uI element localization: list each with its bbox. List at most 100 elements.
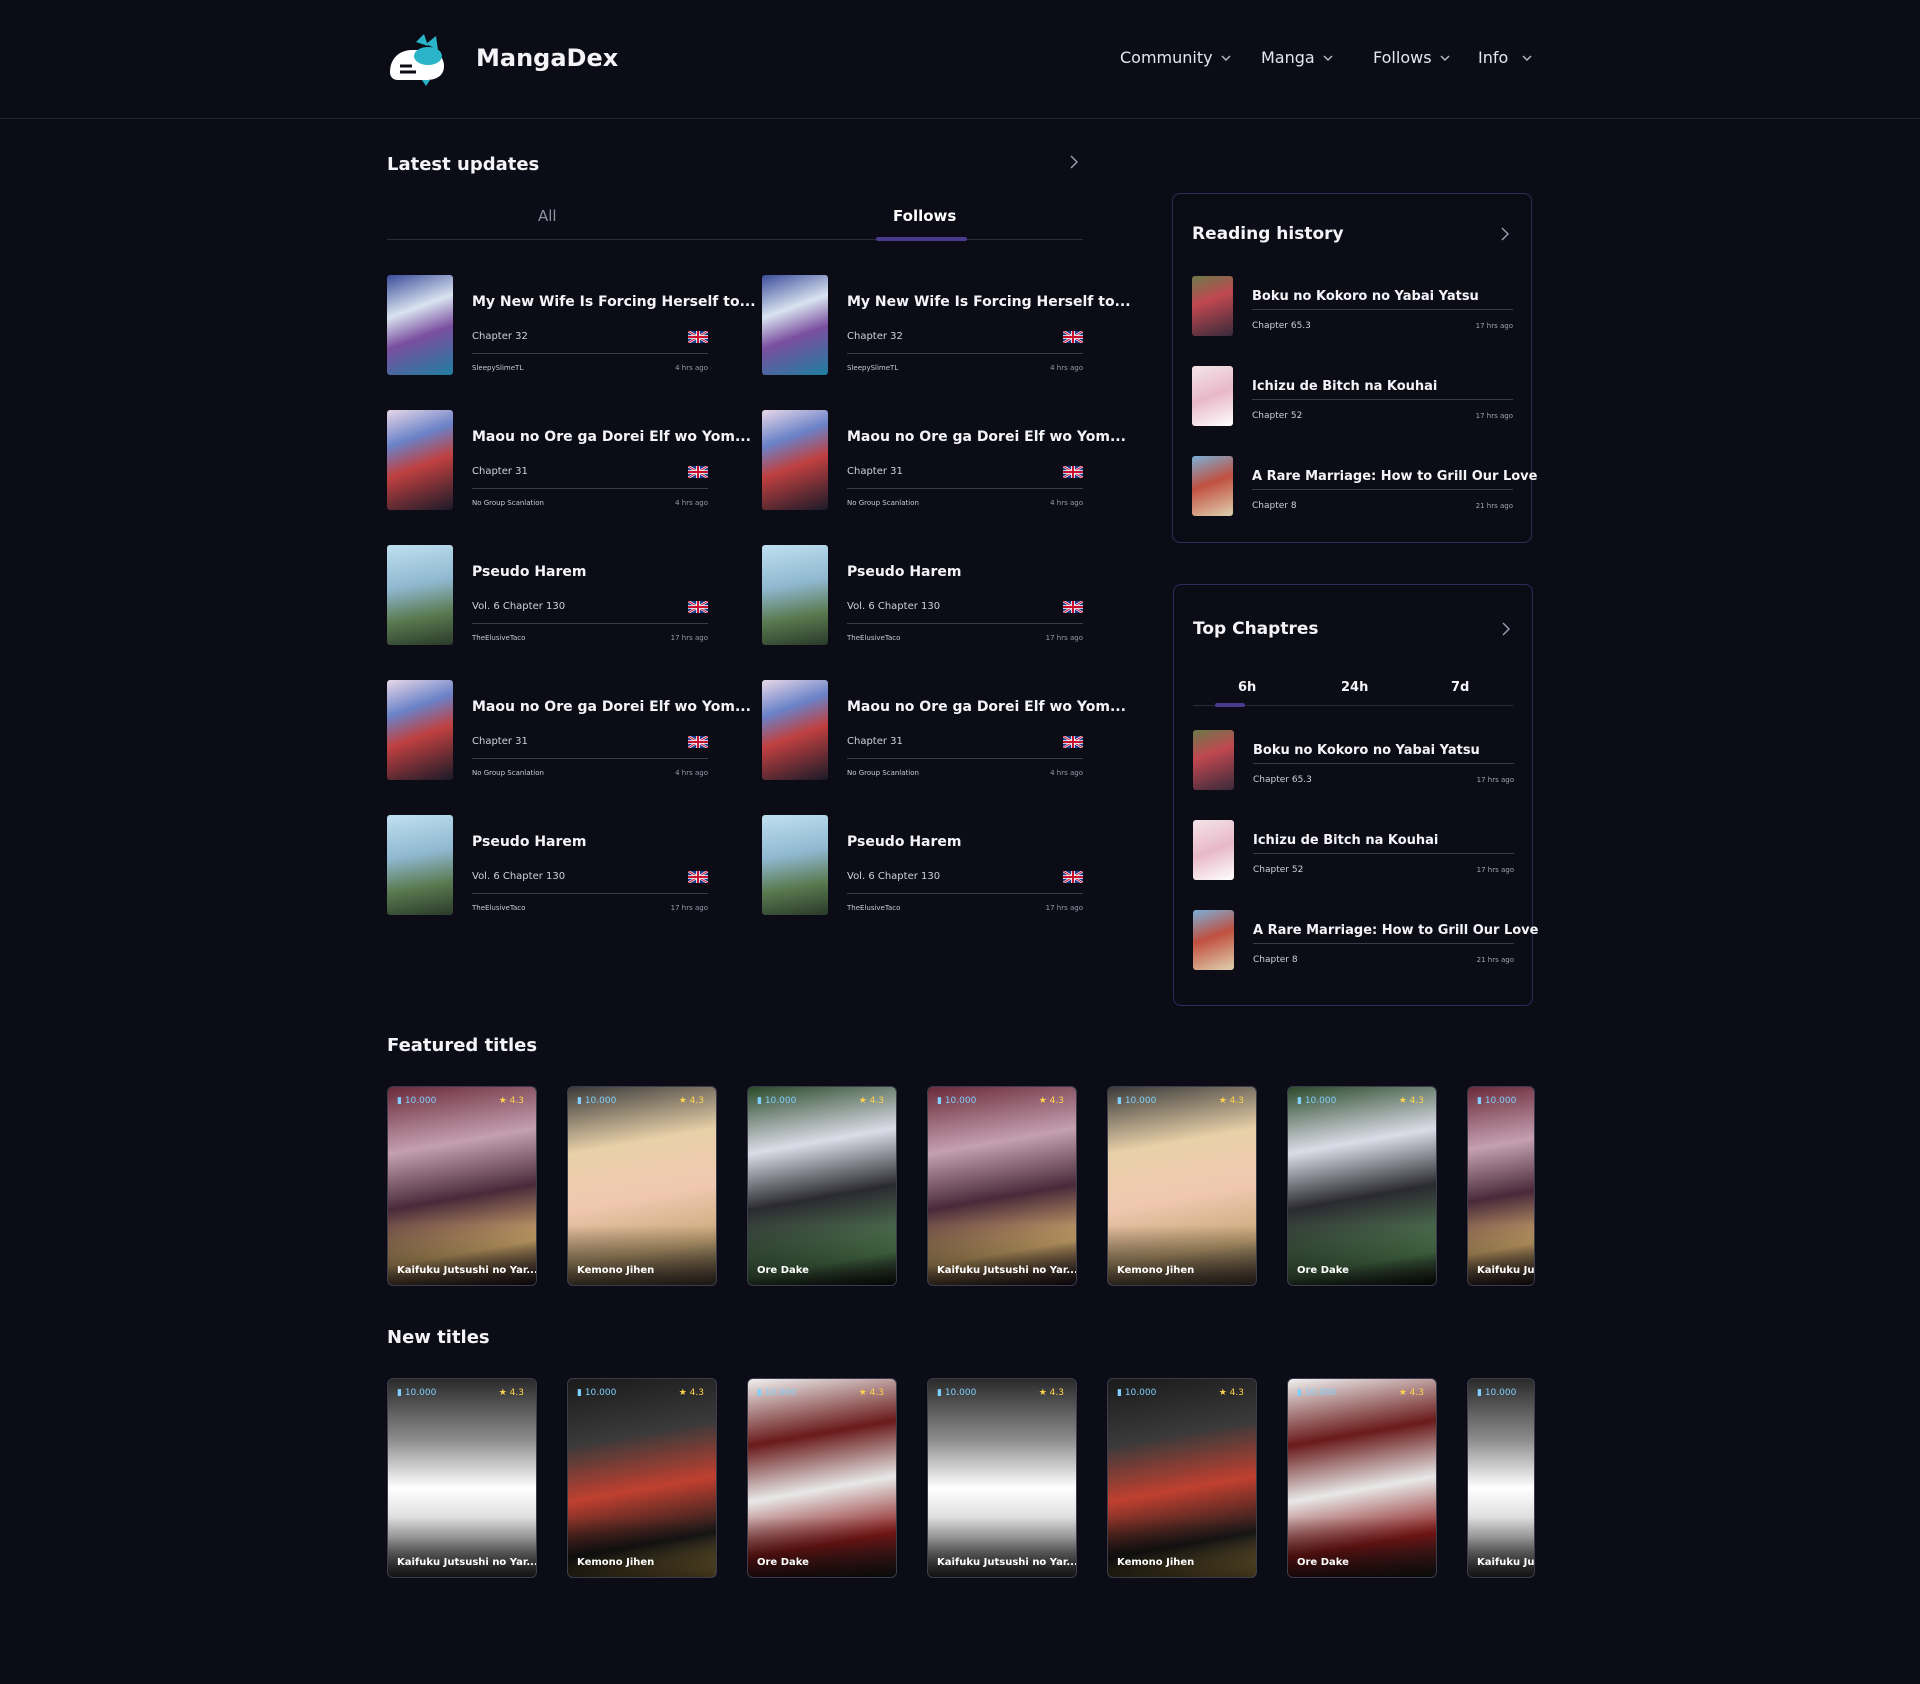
title-card[interactable]: ▮ 10.000 ★ 4.3 Kaifuku Jutsushi no Yar... (387, 1086, 537, 1286)
cover-thumbnail[interactable] (762, 410, 828, 510)
title-card[interactable]: ▮ 10.000 ★ 4.3 Ore Dake (1287, 1086, 1437, 1286)
chapter-manga-title[interactable]: Boku no Kokoro no Yabai Yatsu (1253, 743, 1480, 758)
update-chapter[interactable]: Vol. 6 Chapter 130 (472, 601, 565, 612)
update-chapter[interactable]: Chapter 31 (847, 466, 903, 477)
update-title[interactable]: Pseudo Harem (472, 564, 586, 580)
chapter-manga-title[interactable]: Ichizu de Bitch na Kouhai (1252, 379, 1437, 394)
nav-info[interactable]: Info (1478, 48, 1532, 67)
chapter-manga-title[interactable]: A Rare Marriage: How to Grill Our Love (1252, 469, 1537, 484)
scanlation-group[interactable]: No Group Scanlation (847, 499, 919, 507)
cover-thumbnail[interactable] (1193, 910, 1234, 970)
update-title[interactable]: Pseudo Harem (472, 834, 586, 850)
chapter-number[interactable]: Chapter 52 (1252, 411, 1302, 421)
update-item[interactable]: Maou no Ore ga Dorei Elf wo Yom... Chapte… (762, 410, 1126, 510)
update-chapter[interactable]: Chapter 32 (847, 331, 903, 342)
chevron-right-icon[interactable] (1067, 155, 1081, 169)
update-chapter[interactable]: Vol. 6 Chapter 130 (847, 601, 940, 612)
scanlation-group[interactable]: TheElusiveTaco (472, 904, 525, 912)
cover-thumbnail[interactable] (387, 815, 453, 915)
chapter-manga-title[interactable]: Boku no Kokoro no Yabai Yatsu (1252, 289, 1479, 304)
chapter-item[interactable]: Ichizu de Bitch na Kouhai Chapter 52 17 hr… (1193, 820, 1514, 882)
update-title[interactable]: Maou no Ore ga Dorei Elf wo Yom... (847, 429, 1126, 445)
nav-community[interactable]: Community (1120, 48, 1231, 67)
scanlation-group[interactable]: No Group Scanlation (847, 769, 919, 777)
chapter-item[interactable]: A Rare Marriage: How to Grill Our Love Ch… (1192, 456, 1537, 518)
chapter-item[interactable]: Boku no Kokoro no Yabai Yatsu Chapter 65.… (1192, 276, 1513, 338)
mangadex-logo-icon[interactable] (386, 32, 448, 86)
chapter-item[interactable]: Ichizu de Bitch na Kouhai Chapter 52 17 hr… (1192, 366, 1513, 428)
nav-manga[interactable]: Manga (1261, 48, 1333, 67)
chapter-manga-title[interactable]: Ichizu de Bitch na Kouhai (1253, 833, 1438, 848)
title-card[interactable]: ▮ 10.000 ★ 4.3 Kemono Jihen (1107, 1378, 1257, 1578)
brand-name[interactable]: MangaDex (476, 44, 618, 72)
update-item[interactable]: Pseudo Harem Vol. 6 Chapter 130 TheElusive… (762, 815, 1083, 915)
cover-thumbnail[interactable] (387, 410, 453, 510)
chapter-number[interactable]: Chapter 52 (1253, 865, 1303, 875)
update-item[interactable]: Pseudo Harem Vol. 6 Chapter 130 TheElusive… (762, 545, 1083, 645)
cover-thumbnail[interactable] (1192, 366, 1233, 426)
tab-7d[interactable]: 7d (1451, 680, 1469, 695)
update-item[interactable]: Pseudo Harem Vol. 6 Chapter 130 TheElusive… (387, 545, 708, 645)
cover-thumbnail[interactable] (762, 815, 828, 915)
update-title[interactable]: Maou no Ore ga Dorei Elf wo Yom... (847, 699, 1126, 715)
chapter-item[interactable]: Boku no Kokoro no Yabai Yatsu Chapter 65.… (1193, 730, 1514, 792)
update-chapter[interactable]: Chapter 31 (847, 736, 903, 747)
chapter-number[interactable]: Chapter 8 (1253, 955, 1298, 965)
cover-thumbnail[interactable] (762, 680, 828, 780)
cover-thumbnail[interactable] (762, 545, 828, 645)
title-card[interactable]: ▮ 10.000 ★ 4.3 Kemono Jihen (567, 1086, 717, 1286)
chapter-number[interactable]: Chapter 8 (1252, 501, 1297, 511)
title-card[interactable]: ▮ 10.000 ★ 4.3 Ore Dake (1287, 1378, 1437, 1578)
scanlation-group[interactable]: SleepySlimeTL (847, 364, 898, 372)
title-card[interactable]: ▮ 10.000 ★ 4.3 Ore Dake (747, 1378, 897, 1578)
cover-thumbnail[interactable] (762, 275, 828, 375)
nav-follows[interactable]: Follows (1373, 48, 1450, 67)
title-card[interactable]: ▮ 10.000 ★ 4.3 Ore Dake (747, 1086, 897, 1286)
update-title[interactable]: Maou no Ore ga Dorei Elf wo Yom... (472, 699, 751, 715)
update-chapter[interactable]: Vol. 6 Chapter 130 (847, 871, 940, 882)
title-card[interactable]: ▮ 10.000 ★ 4.3 Kemono Jihen (1107, 1086, 1257, 1286)
update-chapter[interactable]: Chapter 32 (472, 331, 528, 342)
title-card[interactable]: ▮ 10.000 Kaifuku Jutsushi no Yar... (1467, 1086, 1535, 1286)
tab-24h[interactable]: 24h (1341, 680, 1368, 695)
cover-thumbnail[interactable] (387, 275, 453, 375)
chapter-manga-title[interactable]: A Rare Marriage: How to Grill Our Love (1253, 923, 1538, 938)
scanlation-group[interactable]: TheElusiveTaco (472, 634, 525, 642)
chevron-right-icon[interactable] (1499, 622, 1513, 636)
update-item[interactable]: Maou no Ore ga Dorei Elf wo Yom... Chapte… (387, 410, 751, 510)
update-title[interactable]: Pseudo Harem (847, 834, 961, 850)
update-title[interactable]: My New Wife Is Forcing Herself to... (847, 294, 1131, 310)
update-item[interactable]: My New Wife Is Forcing Herself to... Chap… (762, 275, 1131, 375)
update-item[interactable]: Maou no Ore ga Dorei Elf wo Yom... Chapte… (387, 680, 751, 780)
chapter-number[interactable]: Chapter 65.3 (1253, 775, 1312, 785)
title-card[interactable]: ▮ 10.000 ★ 4.3 Kaifuku Jutsushi no Yar... (387, 1378, 537, 1578)
scanlation-group[interactable]: TheElusiveTaco (847, 634, 900, 642)
cover-thumbnail[interactable] (1193, 730, 1234, 790)
scanlation-group[interactable]: No Group Scanlation (472, 499, 544, 507)
tab-all[interactable]: All (538, 207, 557, 225)
tab-follows[interactable]: Follows (893, 207, 956, 225)
cover-thumbnail[interactable] (387, 545, 453, 645)
cover-thumbnail[interactable] (387, 680, 453, 780)
title-card[interactable]: ▮ 10.000 ★ 4.3 Kemono Jihen (567, 1378, 717, 1578)
update-chapter[interactable]: Vol. 6 Chapter 130 (472, 871, 565, 882)
update-title[interactable]: My New Wife Is Forcing Herself to... (472, 294, 756, 310)
scanlation-group[interactable]: No Group Scanlation (472, 769, 544, 777)
title-card[interactable]: ▮ 10.000 ★ 4.3 Kaifuku Jutsushi no Yar... (927, 1378, 1077, 1578)
scanlation-group[interactable]: TheElusiveTaco (847, 904, 900, 912)
update-title[interactable]: Maou no Ore ga Dorei Elf wo Yom... (472, 429, 751, 445)
cover-thumbnail[interactable] (1193, 820, 1234, 880)
update-chapter[interactable]: Chapter 31 (472, 466, 528, 477)
chapter-item[interactable]: A Rare Marriage: How to Grill Our Love Ch… (1193, 910, 1538, 972)
update-item[interactable]: Maou no Ore ga Dorei Elf wo Yom... Chapte… (762, 680, 1126, 780)
title-card[interactable]: ▮ 10.000 Kaifuku Jutsushi no Yar... (1467, 1378, 1535, 1578)
cover-thumbnail[interactable] (1192, 456, 1233, 516)
chevron-right-icon[interactable] (1498, 227, 1512, 241)
chapter-number[interactable]: Chapter 65.3 (1252, 321, 1311, 331)
title-card[interactable]: ▮ 10.000 ★ 4.3 Kaifuku Jutsushi no Yar... (927, 1086, 1077, 1286)
update-item[interactable]: Pseudo Harem Vol. 6 Chapter 130 TheElusive… (387, 815, 708, 915)
update-title[interactable]: Pseudo Harem (847, 564, 961, 580)
update-chapter[interactable]: Chapter 31 (472, 736, 528, 747)
cover-thumbnail[interactable] (1192, 276, 1233, 336)
update-item[interactable]: My New Wife Is Forcing Herself to... Chap… (387, 275, 756, 375)
